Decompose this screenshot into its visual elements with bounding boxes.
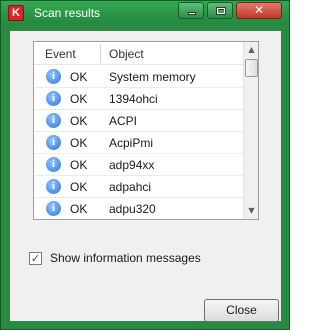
list-item[interactable]: i OK ACPI [34, 110, 243, 132]
object-cell: adp94xx [109, 158, 155, 172]
list-body: i OK System memory i OK 1394ohci i OK AC… [34, 66, 243, 219]
object-cell: adpahci [109, 180, 152, 194]
kaspersky-app-icon: K [8, 5, 24, 21]
column-divider[interactable] [100, 44, 101, 63]
object-cell: System memory [109, 70, 196, 84]
list-item[interactable]: i OK adpu320 [34, 198, 243, 219]
list-item[interactable]: i OK adp94xx [34, 154, 243, 176]
maximize-button[interactable] [207, 2, 233, 19]
event-cell: OK [70, 202, 88, 216]
column-header-event[interactable]: Event [45, 47, 76, 61]
info-icon: i [46, 157, 61, 172]
vertical-scrollbar[interactable]: ▲ ▼ [243, 42, 258, 219]
object-cell: ACPI [109, 114, 138, 128]
info-icon: i [46, 69, 61, 84]
column-header-object[interactable]: Object [109, 47, 144, 61]
window-close-button[interactable]: ✕ [236, 2, 282, 19]
window-title: Scan results [34, 6, 101, 20]
event-cell: OK [70, 70, 88, 84]
scan-results-window: K Scan results ✕ Event Object i OK Syste… [0, 0, 290, 330]
event-cell: OK [70, 136, 88, 150]
list-item[interactable]: i OK adpahci [34, 176, 243, 198]
scroll-up-arrow-icon[interactable]: ▲ [244, 42, 258, 58]
object-cell: adpu320 [109, 202, 156, 216]
maximize-icon [216, 7, 226, 15]
show-info-label[interactable]: Show information messages [50, 251, 201, 266]
close-button[interactable]: Close [204, 299, 279, 322]
event-cell: OK [70, 158, 88, 172]
event-cell: OK [70, 92, 88, 106]
close-icon: ✕ [253, 3, 265, 17]
list-item[interactable]: i OK 1394ohci [34, 88, 243, 110]
info-icon: i [46, 91, 61, 106]
event-cell: OK [70, 180, 88, 194]
info-icon: i [46, 179, 61, 194]
event-cell: OK [70, 114, 88, 128]
dialog-client-area: Event Object i OK System memory i OK 139… [10, 31, 281, 322]
show-info-checkbox[interactable]: ✓ [29, 252, 42, 265]
info-icon: i [46, 135, 61, 150]
info-icon: i [46, 113, 61, 128]
scrollbar-thumb[interactable] [245, 59, 258, 77]
title-bar[interactable]: K Scan results ✕ [1, 1, 289, 25]
object-cell: 1394ohci [109, 92, 158, 106]
object-cell: AcpiPmi [109, 136, 154, 150]
list-item[interactable]: i OK AcpiPmi [34, 132, 243, 154]
list-header: Event Object [34, 42, 243, 65]
info-icon: i [46, 201, 61, 216]
minimize-button[interactable] [178, 2, 204, 19]
list-item[interactable]: i OK System memory [34, 66, 243, 88]
minimize-icon [188, 12, 196, 15]
scroll-down-arrow-icon[interactable]: ▼ [244, 203, 258, 219]
results-list[interactable]: Event Object i OK System memory i OK 139… [33, 41, 259, 220]
